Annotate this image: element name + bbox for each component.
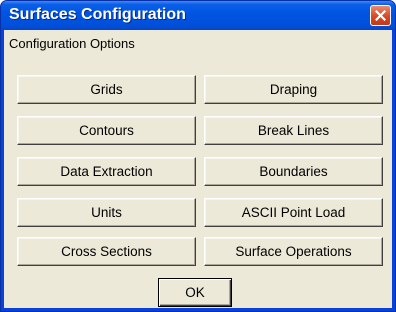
contours-button[interactable]: Contours [17,116,196,145]
units-button[interactable]: Units [17,198,196,227]
surface-operations-button[interactable]: Surface Operations [204,237,383,266]
close-icon [375,10,386,21]
draping-button[interactable]: Draping [204,75,383,104]
close-button[interactable] [370,5,391,26]
boundaries-button[interactable]: Boundaries [204,157,383,186]
grids-button[interactable]: Grids [17,75,196,104]
data-extraction-button[interactable]: Data Extraction [17,157,196,186]
break-lines-button[interactable]: Break Lines [204,116,383,145]
window-title: Surfaces Configuration [9,6,186,23]
dialog-window: Surfaces Configuration Configuration Opt… [0,0,396,312]
ok-button[interactable]: OK [158,278,232,307]
dialog-body: Configuration Options Grids Draping Cont… [4,30,392,308]
ascii-point-load-button[interactable]: ASCII Point Load [204,198,383,227]
title-bar[interactable]: Surfaces Configuration [1,1,395,30]
cross-sections-button[interactable]: Cross Sections [17,237,196,266]
configuration-options-label: Configuration Options [9,36,135,51]
